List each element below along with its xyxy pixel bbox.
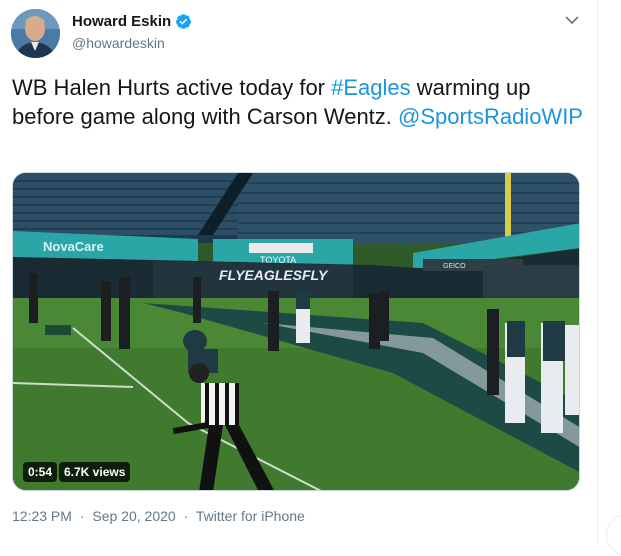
- tweet-text: WB Halen Hurts active today for #Eagles …: [12, 73, 587, 131]
- video-duration-badge: 0:54: [23, 462, 58, 482]
- meta-separator: ·: [183, 508, 189, 524]
- tweet-text-part: WB Halen Hurts active today for: [12, 75, 332, 100]
- hashtag-link[interactable]: #Eagles: [331, 75, 411, 100]
- column-divider: [597, 0, 598, 543]
- video-frame: NovaCare TOYOTA FLYEAGLESFLY GEICO: [13, 173, 579, 490]
- author-name-row: Howard Eskin: [72, 13, 192, 30]
- tweet-card: Howard Eskin @howardeskin WB Halen Hurts…: [0, 0, 597, 543]
- tweet-date[interactable]: Sep 20, 2020: [92, 508, 175, 524]
- chevron-down-icon[interactable]: [563, 13, 581, 27]
- author-handle[interactable]: @howardeskin: [72, 35, 165, 51]
- avatar-photo: [11, 9, 60, 58]
- tweet-source[interactable]: Twitter for iPhone: [196, 508, 305, 524]
- author-name[interactable]: Howard Eskin: [72, 13, 171, 30]
- floating-button[interactable]: [606, 514, 621, 556]
- mention-link[interactable]: @SportsRadioWIP: [398, 104, 583, 129]
- video-views-badge: 6.7K views: [59, 462, 131, 482]
- avatar[interactable]: [11, 9, 60, 58]
- wall-fly-eagles: FLYEAGLESFLY: [219, 267, 329, 283]
- wall-geico: GEICO: [443, 263, 466, 270]
- video-player[interactable]: NovaCare TOYOTA FLYEAGLESFLY GEICO: [12, 172, 580, 491]
- verified-badge-icon: [175, 13, 192, 30]
- banner-novacare: NovaCare: [43, 239, 104, 254]
- tweet-meta: 12:23 PM · Sep 20, 2020 · Twitter for iP…: [12, 508, 305, 524]
- meta-separator: ·: [79, 508, 85, 524]
- tweet-time[interactable]: 12:23 PM: [12, 508, 72, 524]
